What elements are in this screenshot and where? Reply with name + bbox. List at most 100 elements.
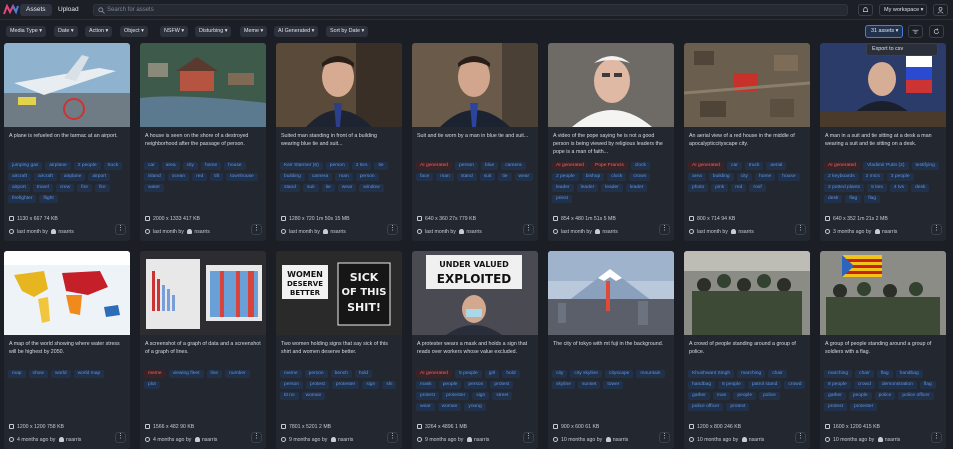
tag-chip[interactable]: people [733,392,757,400]
tag-chip[interactable]: handbag [688,381,716,389]
asset-card[interactable]: A man in a suit and tie sitting at a des… [820,43,946,241]
tag-chip[interactable]: AI generated [552,162,589,170]
asset-owner[interactable]: nsarris [58,229,74,235]
asset-owner[interactable]: nsarris [613,437,629,443]
asset-thumbnail[interactable] [140,43,266,127]
tag-chip[interactable]: tower [603,381,624,389]
tag-chip[interactable]: police [874,392,896,400]
tag-chip[interactable]: car [727,162,742,170]
more-options-button[interactable]: ⋮ [931,432,942,443]
asset-owner[interactable]: nsarris [194,229,210,235]
tag-chip[interactable]: police officer [688,403,724,411]
more-options-button[interactable]: ⋮ [251,224,262,235]
asset-card[interactable]: Suited man standing in front of a buildi… [276,43,402,241]
tag-chip[interactable]: flag [919,381,936,389]
tag-chip[interactable]: house [778,173,800,181]
tag-chip[interactable]: hold [502,370,520,378]
tag-chip[interactable]: viewing fleet [168,370,204,378]
filter-action[interactable]: Action ▾ [85,26,113,37]
tag-chip[interactable]: flag [864,195,881,203]
asset-card[interactable]: WOMEN DESERVE BETTER SICK OF THIS SHIT! Two wo… [276,251,402,449]
tag-chip[interactable]: girl [484,370,500,378]
more-options-button[interactable]: ⋮ [251,432,262,443]
asset-card[interactable]: A video of the pope saying he is not a g… [548,43,674,241]
tag-chip[interactable]: 2 mics [861,173,884,181]
tag-chip[interactable]: 2 people [552,173,579,181]
tag-chip[interactable]: 4 tvs [889,184,909,192]
tag-chip[interactable]: travel [32,184,53,192]
tag-chip[interactable]: pink [711,184,729,192]
tag-chip[interactable]: protest [305,381,329,389]
tag-chip[interactable]: city [736,173,752,181]
tag-chip[interactable]: bishop [581,173,605,181]
tag-chip[interactable]: clock [607,173,627,181]
tag-chip[interactable]: police [759,392,780,400]
tag-chip[interactable]: protester [849,403,878,411]
tag-chip[interactable]: crown [629,173,651,181]
tag-chip[interactable]: AI generated [688,162,725,170]
tag-chip[interactable]: face [416,173,434,181]
tag-chip[interactable]: clock [630,162,650,170]
filter-object[interactable]: Object ▾ [120,26,148,37]
tag-chip[interactable]: people [848,392,872,400]
more-options-button[interactable]: ⋮ [523,432,534,443]
sort-by-date[interactable]: Sort by Date ▾ [326,26,369,37]
tag-chip[interactable]: meme [280,370,302,378]
tag-chip[interactable]: city [552,370,568,378]
tag-chip[interactable]: chair [855,370,874,378]
tag-chip[interactable]: 5 people [455,370,482,378]
more-options-button[interactable]: ⋮ [115,224,126,235]
notifications-button[interactable] [858,4,873,16]
tag-chip[interactable]: flag [845,195,862,203]
tag-chip[interactable]: sign [472,392,490,400]
tag-chip[interactable]: sunset [577,381,601,389]
tab-assets[interactable]: Assets [20,4,52,16]
tag-chip[interactable]: camera [307,173,333,181]
tag-chip[interactable]: AI generated [416,162,453,170]
tag-chip[interactable]: meme [144,370,166,378]
tag-chip[interactable]: aircraft [33,173,57,181]
asset-owner[interactable]: nsarris [885,437,901,443]
tag-chip[interactable]: world map [73,370,105,378]
filter-nsfw[interactable]: NSFW ▾ [160,26,189,37]
asset-thumbnail[interactable] [548,251,674,335]
tag-chip[interactable]: protester [331,381,360,389]
tag-chip[interactable]: line [206,370,223,378]
logo-icon[interactable] [3,4,19,15]
asset-owner[interactable]: nsarris [66,437,82,443]
asset-card[interactable]: An aerial view of a red house in the mid… [684,43,810,241]
tag-chip[interactable]: stand [456,173,477,181]
asset-owner[interactable]: nsarris [749,437,765,443]
tag-chip[interactable]: flight [39,195,58,203]
asset-owner[interactable]: nsarris [466,229,482,235]
tag-chip[interactable]: person [455,162,478,170]
tag-chip[interactable]: airplane [45,162,71,170]
tag-chip[interactable]: tie [321,184,335,192]
tag-chip[interactable]: testifying [911,162,939,170]
asset-card[interactable]: A group of people standing around a grou… [820,251,946,449]
tag-chip[interactable]: chair [768,370,787,378]
asset-card[interactable]: A plane is refueled on the tarmac at an … [4,43,130,241]
tag-chip[interactable]: leader [601,184,623,192]
tag-chip[interactable]: red [192,173,208,181]
tag-chip[interactable]: Khushwant Singh [688,370,735,378]
tag-chip[interactable]: AI generated [824,162,861,170]
tag-chip[interactable]: townhouse [226,173,258,181]
tag-chip[interactable]: area [688,173,706,181]
tag-chip[interactable]: camera [501,162,526,170]
tag-chip[interactable]: skyline [552,381,575,389]
tag-chip[interactable]: man [335,173,353,181]
asset-card[interactable]: A map of the world showing where water s… [4,251,130,449]
tag-chip[interactable]: gather [824,392,846,400]
tag-chip[interactable]: person [355,173,379,181]
tag-chip[interactable]: 2 ties [351,162,372,170]
tag-chip[interactable]: aircraft [8,173,31,181]
tag-chip[interactable]: mountain [636,370,665,378]
tag-chip[interactable]: airport [8,184,30,192]
tag-chip[interactable]: street [492,392,513,400]
tag-chip[interactable]: desk [824,195,843,203]
tag-chip[interactable]: patrol stand [747,381,782,389]
tag-chip[interactable]: truck [103,162,123,170]
tag-chip[interactable]: building [708,173,734,181]
tag-chip[interactable]: flag [876,370,893,378]
